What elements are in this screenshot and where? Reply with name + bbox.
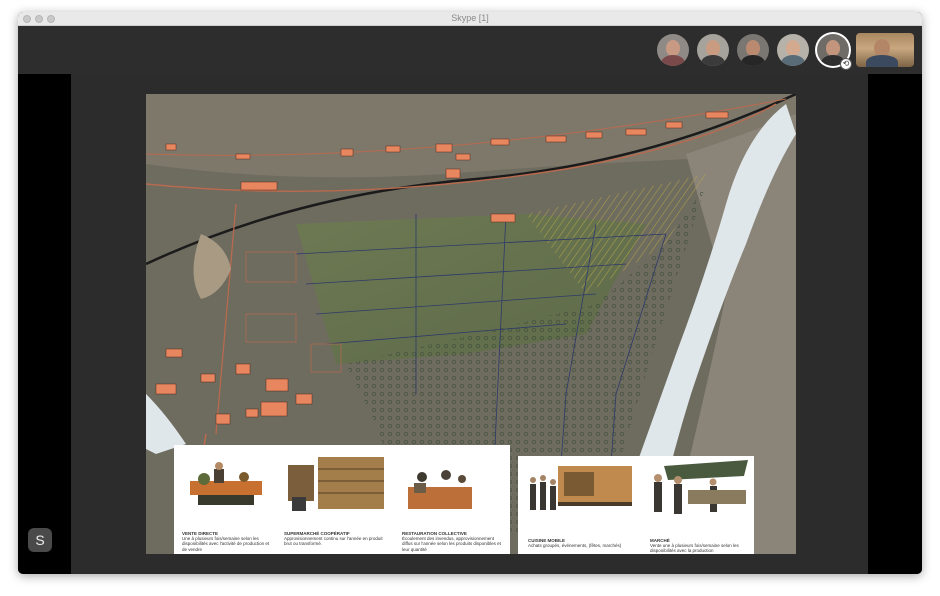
participant-avatar-4[interactable]	[777, 34, 809, 66]
shared-screen-view: VENTE DIRECTE Une à plusieurs fois/semai…	[71, 74, 868, 574]
vente-directe-photo	[190, 462, 262, 505]
distribution-panel-right: CUISINE MOBILE Achats groupés, événement…	[518, 456, 754, 554]
card-restauration-collective: RESTAURATION COLLECTIVE Écoulement des i…	[402, 531, 502, 552]
card-text: Achats groupés, événements, (fêtes, marc…	[528, 543, 622, 549]
participants-bar: ⟲	[18, 26, 922, 74]
card-supermarche-cooperatif: SUPERMARCHÉ COOPÉRATIF Approvisionnement…	[284, 531, 384, 547]
presentation-slide: VENTE DIRECTE Une à plusieurs fois/semai…	[146, 94, 796, 554]
card-text: Approvisionnement continu sur l'année en…	[284, 536, 383, 547]
participant-avatar-3[interactable]	[737, 34, 769, 66]
skype-window: Skype [1] ⟲ VENTE DIRECTE Une à plusieur…	[18, 12, 922, 574]
participant-avatar-2[interactable]	[697, 34, 729, 66]
distribution-panel-left: VENTE DIRECTE Une à plusieurs fois/semai…	[174, 445, 510, 554]
window-title: Skype [1]	[451, 13, 489, 23]
card-cuisine-mobile: CUISINE MOBILE Achats groupés, événement…	[528, 538, 628, 548]
card-text: Écoulement des invendus, approvisionneme…	[402, 536, 501, 552]
card-marche: MARCHÉ Vente une à plusieurs fois/semain…	[650, 538, 750, 554]
participant-avatar-1[interactable]	[657, 34, 689, 66]
skype-logo-button[interactable]: S	[28, 528, 52, 552]
shared-screen-area: VENTE DIRECTE Une à plusieurs fois/semai…	[18, 74, 922, 574]
self-video-preview[interactable]	[856, 33, 914, 67]
card-text: Vente une à plusieurs fois/semaine selon…	[650, 543, 739, 554]
marche-photo	[654, 460, 748, 514]
supermarche-cooperatif-photo	[288, 457, 384, 511]
card-vente-directe: VENTE DIRECTE Une à plusieurs fois/semai…	[182, 531, 274, 552]
cuisine-mobile-photo	[530, 466, 632, 510]
card-text: Une à plusieurs fois/semaine selon les d…	[182, 536, 270, 552]
restauration-collective-photo	[408, 470, 472, 509]
title-bar: Skype [1]	[18, 12, 922, 26]
screen-share-icon: ⟲	[840, 58, 852, 70]
